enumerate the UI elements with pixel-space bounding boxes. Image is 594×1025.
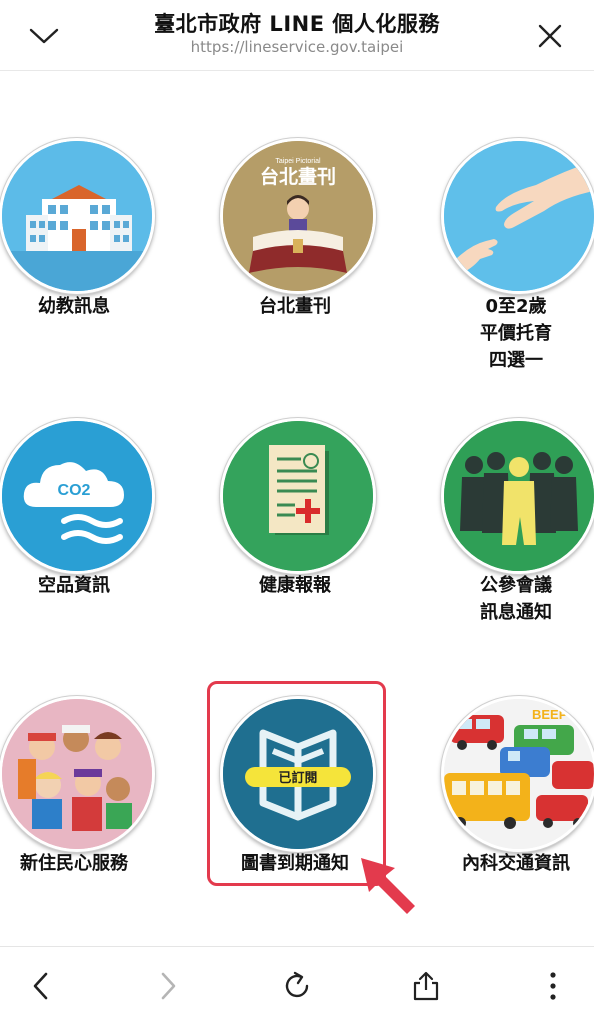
label-line: 四選一	[489, 350, 543, 371]
health-document-icon	[220, 418, 376, 574]
service-label: 內科交通資訊	[462, 853, 570, 874]
more-button[interactable]	[528, 961, 578, 1011]
pointer-arrow-icon	[361, 858, 415, 914]
close-button[interactable]	[528, 14, 572, 58]
share-button[interactable]	[401, 961, 451, 1011]
pictorial-title-text: 台北畫刊	[260, 165, 336, 188]
back-arrow-icon	[33, 972, 48, 1000]
header-bar: 臺北市政府 LINE 個人化服務 https://lineservice.gov…	[0, 0, 594, 71]
adult-child-hands-icon	[441, 138, 594, 294]
pictorial-small-text: Taipei Pictorial	[275, 158, 321, 165]
close-icon	[538, 24, 562, 48]
service-label: 新住民心服務	[20, 853, 128, 874]
collapse-button[interactable]	[22, 14, 66, 58]
bottom-nav-bar	[0, 946, 594, 1025]
share-icon	[413, 971, 439, 1001]
chevron-down-icon	[29, 28, 59, 44]
service-label-multiline: 0至2歲 平價托育 四選一	[441, 293, 591, 374]
traffic-jam-icon: BEEP	[441, 696, 594, 852]
taipei-pictorial-icon: Taipei Pictorial 台北畫刊	[220, 138, 376, 294]
multicultural-children-icon	[0, 696, 155, 852]
page-title: 臺北市政府 LINE 個人化服務	[154, 12, 440, 36]
co2-cloud-icon: CO2	[0, 418, 155, 574]
label-line: 公參會議	[480, 575, 552, 596]
label-line: 平價托育	[480, 323, 552, 344]
co2-text: CO2	[58, 482, 91, 499]
beep-text: BEEP	[532, 707, 568, 722]
back-button[interactable]	[16, 961, 66, 1011]
group-of-people-icon	[441, 418, 594, 574]
service-label-multiline: 公參會議 訊息通知	[441, 572, 591, 626]
refresh-icon	[285, 971, 309, 998]
page-url: https://lineservice.gov.taipei	[190, 38, 404, 56]
kindergarten-building-icon	[0, 138, 155, 294]
service-label: 幼教訊息	[38, 296, 110, 317]
refresh-button[interactable]	[272, 961, 322, 1011]
label-line: 0至2歲	[485, 296, 547, 317]
service-label: 空品資訊	[38, 575, 110, 596]
service-label: 台北畫刊	[259, 296, 331, 317]
more-vertical-icon	[550, 972, 556, 1000]
service-label: 健康報報	[259, 575, 331, 596]
forward-button[interactable]	[143, 961, 193, 1011]
forward-arrow-icon	[161, 972, 176, 1000]
label-line: 訊息通知	[480, 602, 552, 623]
